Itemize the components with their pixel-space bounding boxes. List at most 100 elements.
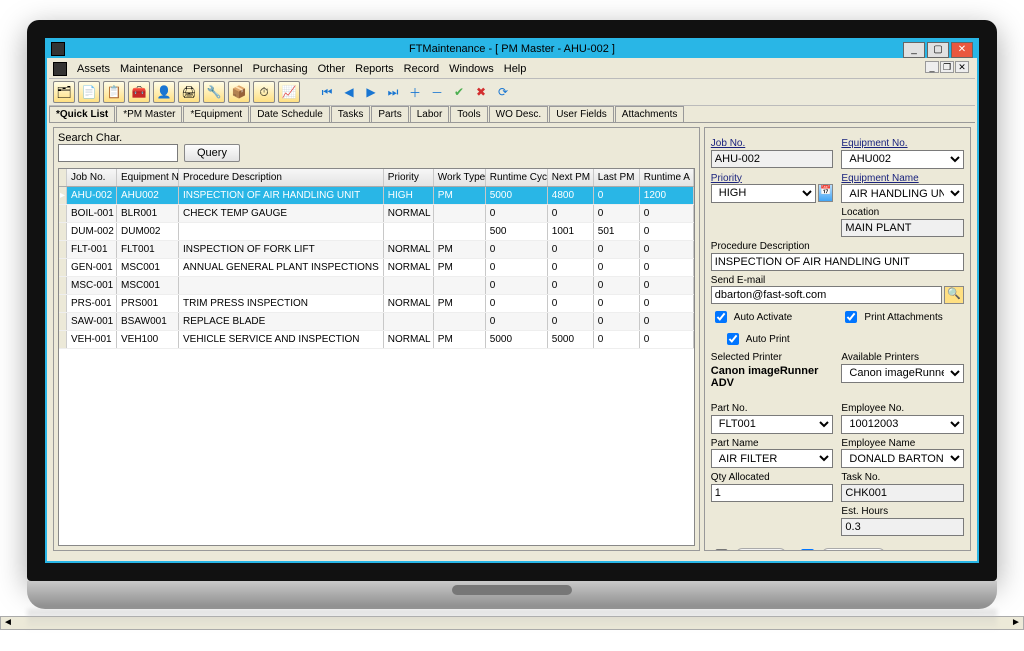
tab-quicklist[interactable]: *Quick List xyxy=(49,106,115,122)
mdi-restore-button[interactable]: ❐ xyxy=(940,61,954,73)
menu-other[interactable]: Other xyxy=(318,63,346,75)
nav-refresh-icon[interactable]: ⟳ xyxy=(495,84,511,100)
tool-5[interactable]: 👤 xyxy=(153,81,175,103)
nav-prev-icon[interactable]: ◀ xyxy=(341,84,357,100)
search-input[interactable] xyxy=(58,144,178,162)
table-row[interactable]: GEN-001MSC001ANNUAL GENERAL PLANT INSPEC… xyxy=(59,259,694,277)
partname-select[interactable]: AIR FILTER xyxy=(711,449,834,468)
tab-pmmaster[interactable]: *PM Master xyxy=(116,106,182,122)
column-header[interactable]: Procedure Description xyxy=(179,169,384,186)
mdi-minimize-button[interactable]: _ xyxy=(925,61,939,73)
menu-windows[interactable]: Windows xyxy=(449,63,494,75)
tab-labor[interactable]: Labor xyxy=(410,106,450,122)
autoactivate-checkbox[interactable] xyxy=(715,311,727,323)
cell: TRIM PRESS INSPECTION xyxy=(179,295,384,312)
column-header[interactable]: Next PM xyxy=(548,169,594,186)
qty-field[interactable] xyxy=(711,484,834,502)
query-button[interactable]: Query xyxy=(184,144,240,162)
empname-select[interactable]: DONALD BARTON xyxy=(841,449,964,468)
table-row[interactable]: PRS-001PRS001TRIM PRESS INSPECTIONNORMAL… xyxy=(59,295,694,313)
close-button[interactable]: ✕ xyxy=(951,42,973,58)
sched-check-monthly[interactable] xyxy=(801,549,814,551)
tool-4[interactable]: 🧰 xyxy=(128,81,150,103)
cell: 0 xyxy=(594,277,640,294)
nav-last-icon[interactable]: ⏭ xyxy=(385,84,401,100)
qty-label: Qty Allocated xyxy=(711,472,834,483)
tab-wodesc[interactable]: WO Desc. xyxy=(489,106,549,122)
scroll-right-icon[interactable]: ► xyxy=(1009,617,1023,629)
sched-check-daily[interactable] xyxy=(715,549,728,551)
email-lookup-icon[interactable]: 🔍 xyxy=(944,286,964,304)
minimize-button[interactable]: _ xyxy=(903,42,925,58)
autoprint-checkbox[interactable] xyxy=(727,333,739,345)
cell: 0 xyxy=(640,313,694,330)
tab-tools[interactable]: Tools xyxy=(450,106,487,122)
tool-1[interactable]: 🗂 xyxy=(53,81,75,103)
nav-next-icon[interactable]: ▶ xyxy=(363,84,379,100)
table-row[interactable]: BOIL-001BLR001CHECK TEMP GAUGENORMAL0000 xyxy=(59,205,694,223)
cell: 0 xyxy=(486,277,548,294)
table-row[interactable]: VEH-001VEH100VEHICLE SERVICE AND INSPECT… xyxy=(59,331,694,349)
availprinters-select[interactable]: Canon imageRunner ADV C5030 (re xyxy=(841,364,964,383)
procdesc-field[interactable] xyxy=(711,253,964,271)
cell: SAW-001 xyxy=(67,313,117,330)
tool-9[interactable]: ⏱ xyxy=(253,81,275,103)
printatt-checkbox[interactable] xyxy=(845,311,857,323)
tool-10[interactable]: 📈 xyxy=(278,81,300,103)
cell: 0 xyxy=(640,223,694,240)
window-titlebar[interactable]: FTMaintenance - [ PM Master - AHU-002 ] … xyxy=(47,40,977,58)
sched-button-daily[interactable]: Daily xyxy=(735,548,787,551)
table-row[interactable]: MSC-001MSC0010000 xyxy=(59,277,694,295)
empno-select[interactable]: 10012003 xyxy=(841,415,964,434)
column-header[interactable]: Job No. xyxy=(67,169,117,186)
tab-equipment[interactable]: *Equipment xyxy=(183,106,249,122)
records-grid[interactable]: Job No.Equipment No.Procedure Descriptio… xyxy=(58,168,695,546)
mdi-close-button[interactable]: ✕ xyxy=(955,61,969,73)
table-row[interactable]: ▸AHU-002AHU002INSPECTION OF AIR HANDLING… xyxy=(59,187,694,205)
calendar-icon[interactable]: 📅 xyxy=(818,184,834,202)
menu-maintenance[interactable]: Maintenance xyxy=(120,63,183,75)
cell: 0 xyxy=(640,295,694,312)
menu-record[interactable]: Record xyxy=(404,63,439,75)
table-row[interactable]: SAW-001BSAW001REPLACE BLADE0000 xyxy=(59,313,694,331)
email-field[interactable] xyxy=(711,286,942,304)
menu-personnel[interactable]: Personnel xyxy=(193,63,243,75)
menu-assets[interactable]: Assets xyxy=(77,63,110,75)
tool-2[interactable]: 📄 xyxy=(78,81,100,103)
priority-select[interactable]: HIGH xyxy=(711,184,816,203)
menu-help[interactable]: Help xyxy=(504,63,527,75)
column-header[interactable]: Runtime Cycle xyxy=(486,169,548,186)
column-header[interactable]: Work Type xyxy=(434,169,486,186)
nav-confirm-icon[interactable]: ✔ xyxy=(451,84,467,100)
tab-userfields[interactable]: User Fields xyxy=(549,106,614,122)
nav-cancel-icon[interactable]: ✖ xyxy=(473,84,489,100)
eqname-select[interactable]: AIR HANDLING UNIT xyxy=(841,184,964,203)
maximize-button[interactable]: ▢ xyxy=(927,42,949,58)
tab-tasks[interactable]: Tasks xyxy=(331,106,371,122)
tab-dateschedule[interactable]: Date Schedule xyxy=(250,106,330,122)
partno-select[interactable]: FLT001 xyxy=(711,415,834,434)
sched-button-monthly[interactable]: Monthly xyxy=(821,548,886,551)
availprinters-label: Available Printers xyxy=(841,352,964,363)
tool-8[interactable]: 📦 xyxy=(228,81,250,103)
scroll-left-icon[interactable]: ◄ xyxy=(1,617,15,629)
nav-first-icon[interactable]: ⏮ xyxy=(319,84,335,100)
nav-add-icon[interactable]: ＋ xyxy=(407,84,423,100)
nav-delete-icon[interactable]: － xyxy=(429,84,445,100)
column-header[interactable]: Last PM xyxy=(594,169,640,186)
column-header[interactable]: Priority xyxy=(384,169,434,186)
table-row[interactable]: DUM-002DUM00250010015010 xyxy=(59,223,694,241)
column-header[interactable]: Runtime A xyxy=(640,169,694,186)
column-header[interactable]: Equipment No. xyxy=(117,169,179,186)
tool-3[interactable]: 📋 xyxy=(103,81,125,103)
tab-attachments[interactable]: Attachments xyxy=(615,106,685,122)
tool-7[interactable]: 🔧 xyxy=(203,81,225,103)
cell: 0 xyxy=(548,295,594,312)
tab-parts[interactable]: Parts xyxy=(371,106,408,122)
table-row[interactable]: FLT-001FLT001INSPECTION OF FORK LIFTNORM… xyxy=(59,241,694,259)
tool-6[interactable]: 🖨 xyxy=(178,81,200,103)
menu-purchasing[interactable]: Purchasing xyxy=(253,63,308,75)
menu-reports[interactable]: Reports xyxy=(355,63,394,75)
eqno-select[interactable]: AHU002 xyxy=(841,150,964,169)
cell: 0 xyxy=(548,277,594,294)
